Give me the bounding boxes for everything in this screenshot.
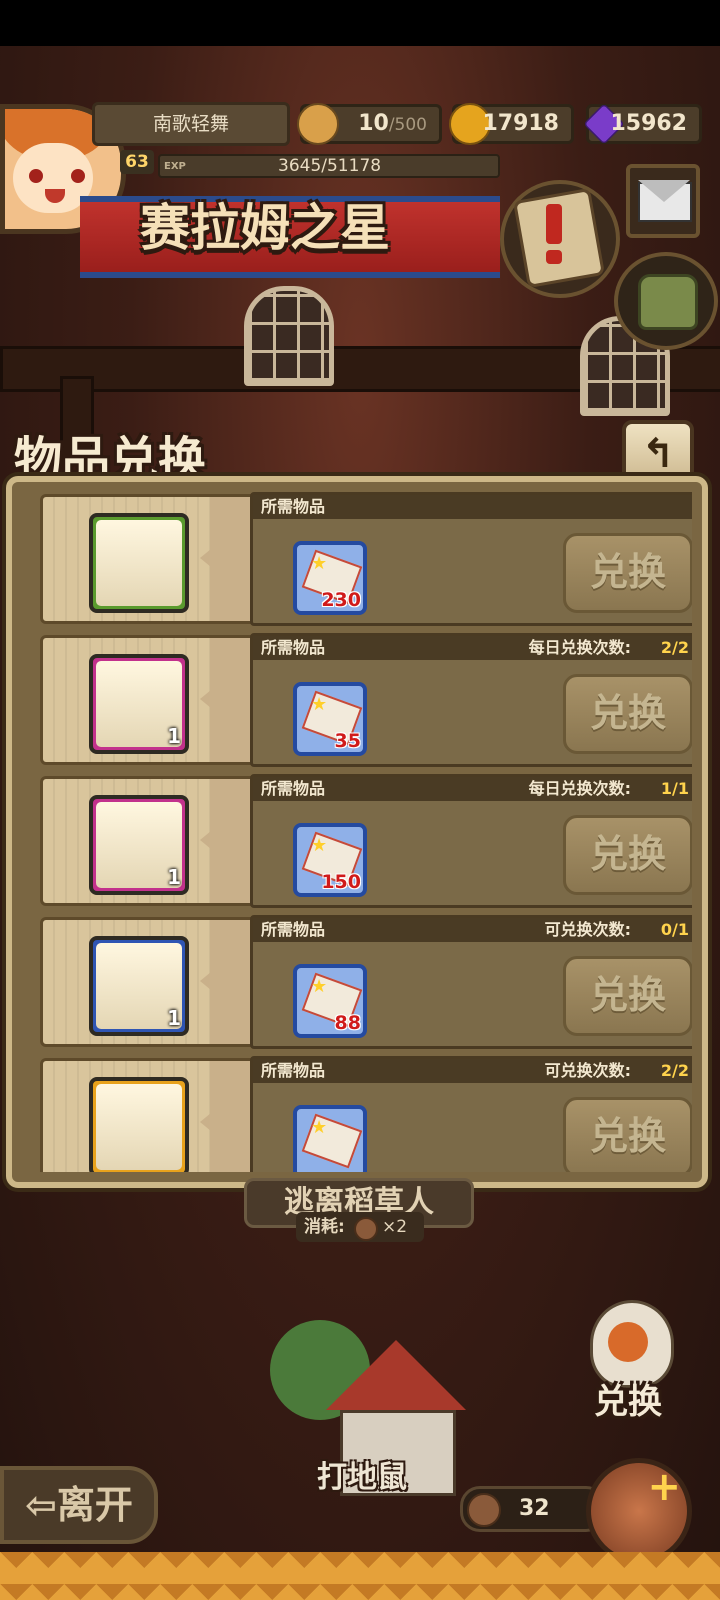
add-coin-button[interactable]: + [586, 1458, 692, 1564]
window-decoration [244, 286, 334, 386]
ticket-icon[interactable]: ★ 150 [293, 823, 367, 897]
stamina-counter[interactable]: 10/500 [297, 103, 442, 145]
reward-item-icon[interactable] [89, 513, 189, 613]
arrow-left-icon [200, 540, 222, 576]
reward-quantity: 1 [167, 865, 181, 889]
coin-count-value: 32 [519, 1496, 550, 1521]
ticket-icon[interactable]: ★ 88 [293, 964, 367, 1038]
player-level: 63 [120, 150, 154, 174]
exchange-list[interactable]: 所需物品 ★ 230 兑换 1 所需物品 每日兑换次数: 2/2 ★ 35 兑换… [28, 492, 692, 1172]
consume-value: ×2 [382, 1217, 408, 1237]
star-icon: ★ [311, 835, 328, 856]
ticket-icon[interactable]: ★ [293, 1105, 367, 1172]
leave-button[interactable]: ⇦离开 [0, 1466, 158, 1544]
reward-item-icon[interactable]: 1 [89, 795, 189, 895]
exchange-button[interactable]: 兑换 [563, 815, 692, 895]
limit-count: 2/2 [660, 638, 689, 657]
player-name: 南歌轻舞 [92, 102, 290, 146]
star-icon: ★ [311, 553, 328, 574]
bottom-border [0, 1552, 720, 1600]
exchange-button[interactable]: 兑换 [563, 674, 692, 754]
quest-scroll-icon[interactable] [500, 180, 620, 298]
reward-item-icon[interactable] [89, 1077, 189, 1172]
exchange-row: 1 所需物品 每日兑换次数: 2/2 ★ 35 兑换 [28, 633, 692, 767]
plus-icon: + [647, 1464, 681, 1510]
consume-label: 消耗: [304, 1217, 345, 1237]
requirement-area: 所需物品 可兑换次数: 2/2 ★ 兑换 [250, 1056, 692, 1172]
reward-item-icon[interactable]: 1 [89, 654, 189, 754]
limit-count: 2/2 [660, 1061, 689, 1080]
requirement-area: 所需物品 每日兑换次数: 2/2 ★ 35 兑换 [250, 633, 692, 767]
limit-count: 0/1 [660, 920, 689, 939]
gold-value: 17918 [482, 111, 559, 136]
whack-a-mole-label[interactable]: 打地鼠 [312, 1458, 412, 1498]
required-items-label: 所需物品 [261, 638, 326, 657]
exp-bar: EXP 3645/51178 [158, 154, 500, 178]
exp-value: 3645/51178 [278, 156, 382, 176]
required-items-label: 所需物品 [261, 1061, 326, 1080]
arrow-left-icon [200, 822, 222, 858]
backpack-icon[interactable] [614, 252, 718, 350]
star-icon: ★ [311, 976, 328, 997]
limit-label: 每日兑换次数: [528, 638, 631, 657]
ticket-cost: 88 [334, 1012, 361, 1034]
exchange-button[interactable]: 兑换 [563, 956, 692, 1036]
stamina-max: /500 [388, 115, 427, 135]
exp-label: EXP [164, 161, 186, 172]
status-bar [0, 0, 720, 46]
mail-icon[interactable] [626, 164, 700, 238]
exchange-row: 所需物品 ★ 230 兑换 [28, 492, 692, 626]
stamina-current: 10 [358, 111, 389, 136]
exchange-panel: 所需物品 ★ 230 兑换 1 所需物品 每日兑换次数: 2/2 ★ 35 兑换… [6, 476, 708, 1188]
ticket-icon[interactable]: ★ 230 [293, 541, 367, 615]
exchange-shortcut-label: 兑换 [594, 1382, 662, 1422]
consume-cost: 消耗: ×2 [296, 1212, 424, 1242]
coin-icon [467, 1493, 501, 1527]
reward-item-icon[interactable]: 1 [89, 936, 189, 1036]
ticket-cost: 230 [321, 589, 361, 611]
required-items-label: 所需物品 [261, 497, 326, 516]
exchange-shortcut-button[interactable]: 兑换 [568, 1300, 688, 1430]
limit-count: 1/1 [660, 779, 689, 798]
arrow-left-icon [200, 963, 222, 999]
gold-counter[interactable]: 17918 [449, 103, 574, 145]
ticket-icon[interactable]: ★ 35 [293, 682, 367, 756]
exchange-row: 1 所需物品 每日兑换次数: 1/1 ★ 150 兑换 [28, 774, 692, 908]
star-icon: ★ [311, 694, 328, 715]
arrow-left-icon [200, 681, 222, 717]
limit-label: 可兑换次数: [544, 920, 631, 939]
reward-quantity: 1 [167, 1006, 181, 1030]
required-items-label: 所需物品 [261, 779, 326, 798]
limit-label: 可兑换次数: [544, 1061, 631, 1080]
bread-icon [297, 103, 339, 145]
requirement-area: 所需物品 可兑换次数: 0/1 ★ 88 兑换 [250, 915, 692, 1049]
coin-icon [354, 1217, 378, 1241]
arrow-left-icon [200, 1104, 222, 1140]
reward-quantity: 1 [167, 724, 181, 748]
star-icon: ★ [311, 1117, 328, 1138]
limit-label: 每日兑换次数: [528, 779, 631, 798]
requirement-area: 所需物品 每日兑换次数: 1/1 ★ 150 兑换 [250, 774, 692, 908]
ticket-cost: 150 [321, 871, 361, 893]
exchange-button[interactable]: 兑换 [563, 1097, 692, 1172]
banner-title: 赛拉姆之星 [140, 198, 390, 257]
gem-counter[interactable]: 15962 [583, 103, 702, 145]
ticket-cost: 35 [334, 730, 361, 752]
panel-title: 物品兑换 [14, 432, 207, 488]
requirement-area: 所需物品 ★ 230 兑换 [250, 492, 692, 626]
required-items-label: 所需物品 [261, 920, 326, 939]
exchange-button[interactable]: 兑换 [563, 533, 692, 613]
gem-value: 15962 [610, 111, 687, 136]
exchange-row: 所需物品 可兑换次数: 2/2 ★ 兑换 [28, 1056, 692, 1172]
exchange-row: 1 所需物品 可兑换次数: 0/1 ★ 88 兑换 [28, 915, 692, 1049]
coin-counter: 32 [460, 1486, 606, 1532]
